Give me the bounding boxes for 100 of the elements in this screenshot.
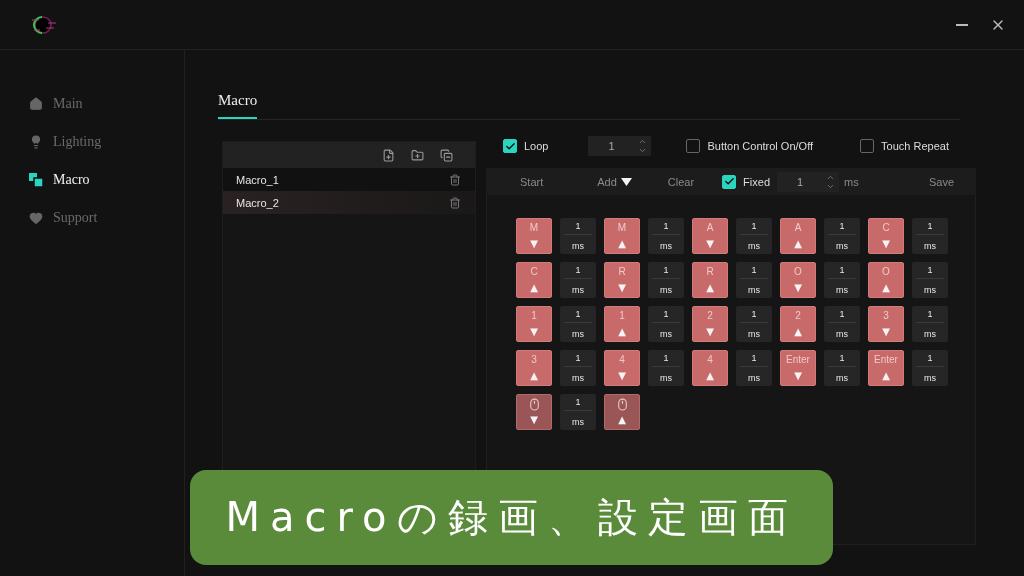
macro-list-item[interactable]: Macro_2 [223,191,475,214]
arrow-glyph: ▲ [706,371,714,381]
arrow-glyph: ▼ [530,327,538,337]
key-event[interactable]: C ▼ [868,218,904,254]
tab[interactable]: Macro [218,90,258,119]
key-event[interactable]: 1 ▼ [516,306,552,342]
button-control-checkbox[interactable] [686,139,701,153]
minimize-button[interactable] [956,23,968,26]
start-button[interactable]: Start [520,175,544,188]
delay-field[interactable]: 1 ms [824,350,860,386]
arrow-glyph: ▼ [618,283,626,293]
fixed-delay-field[interactable]: 1 [777,171,839,192]
mouse-icon [527,398,541,411]
arrow-glyph: ▼ [794,371,802,381]
arrow-glyph: ▼ [882,239,890,249]
minimize-icon [956,23,968,26]
delay-field[interactable]: 1 ms [648,218,684,254]
delay-field[interactable]: 1 ms [736,262,772,298]
key-event[interactable]: R ▲ [692,262,728,298]
mouse-event[interactable]: ▼ [516,394,552,430]
lightbulb-icon [29,135,43,149]
key-event[interactable]: Enter ▲ [868,350,904,386]
arrow-glyph: ▼ [706,239,714,249]
arrow-glyph: ▲ [794,327,802,337]
sidebar-item[interactable]: Main [0,94,184,114]
delay-field[interactable]: 1 ms [560,350,596,386]
delay-field[interactable]: 1 ms [648,306,684,342]
key-event[interactable]: 1 ▲ [604,306,640,342]
delay-field[interactable]: 1 ms [736,306,772,342]
arrow-glyph: ▼ [882,327,890,337]
button-control-label: Button Control On/Off [707,140,814,152]
house-icon [29,97,43,111]
delay-field[interactable]: 1 ms [560,218,596,254]
key-event[interactable]: A ▲ [780,218,816,254]
trash-icon[interactable] [449,196,461,209]
sidebar-item[interactable]: Macro [0,170,184,190]
copy-icon[interactable] [440,148,453,162]
key-event[interactable]: A ▼ [692,218,728,254]
clear-button[interactable]: Clear [667,175,695,188]
save-button[interactable]: Save [928,175,954,188]
macro-name: Macro_2 [236,196,279,209]
caret-icon [620,177,632,186]
key-event[interactable]: Enter ▼ [780,350,816,386]
key-event[interactable]: 3 ▼ [868,306,904,342]
logo-icon [30,14,58,35]
new-file-icon[interactable] [382,148,395,162]
key-event[interactable]: R ▼ [604,262,640,298]
delay-field[interactable]: 1 ms [912,306,948,342]
key-event[interactable]: O ▲ [868,262,904,298]
key-event[interactable]: 2 ▲ [780,306,816,342]
arrow-glyph: ▲ [618,327,626,337]
arrow-glyph: ▼ [706,327,714,337]
arrow-glyph: ▲ [794,239,802,249]
delay-field[interactable]: 1 ms [648,262,684,298]
folder-plus-icon[interactable] [411,148,424,162]
loop-checkbox[interactable] [503,139,517,153]
heart-icon [29,211,43,225]
key-event[interactable]: 4 ▲ [692,350,728,386]
key-event[interactable]: 3 ▲ [516,350,552,386]
trash-icon[interactable] [449,173,461,186]
mouse-icon [615,398,629,411]
fixed-checkbox[interactable] [722,174,737,189]
loop-count-field[interactable]: 1 [588,136,652,156]
arrow-glyph: ▲ [530,371,538,381]
key-event[interactable]: M ▼ [516,218,552,254]
arrow-glyph: ▲ [882,283,890,293]
macro-name: Macro_1 [236,173,279,186]
arrow-glyph: ▲ [706,283,714,293]
arrow-glyph: ▲ [882,371,890,381]
delay-field[interactable]: 1 ms [560,262,596,298]
touch-repeat-label: Touch Repeat [881,140,949,152]
sidebar-item[interactable]: Lighting [0,132,184,152]
arrow-glyph: ▲ [530,283,538,293]
key-event[interactable]: 4 ▼ [604,350,640,386]
delay-field[interactable]: 1 ms [912,262,948,298]
key-event[interactable]: C ▲ [516,262,552,298]
delay-field[interactable]: 1 ms [560,394,596,430]
touch-repeat-checkbox[interactable] [860,139,875,153]
delay-field[interactable]: 1 ms [736,350,772,386]
unit-label: ms [844,175,859,188]
key-event[interactable]: O ▼ [780,262,816,298]
loop-label: Loop [524,140,549,152]
delay-field[interactable]: 1 ms [912,350,948,386]
delay-field[interactable]: 1 ms [824,306,860,342]
delay-field[interactable]: 1 ms [824,218,860,254]
delay-field[interactable]: 1 ms [912,218,948,254]
delay-field[interactable]: 1 ms [560,306,596,342]
arrow-glyph: ▼ [530,239,538,249]
delay-field[interactable]: 1 ms [648,350,684,386]
key-event[interactable]: M ▲ [604,218,640,254]
mouse-event[interactable]: ▲ [604,394,640,430]
arrow-glyph: ▲ [618,239,626,249]
macro-list-item[interactable]: Macro_1 [223,168,475,191]
delay-field[interactable]: 1 ms [824,262,860,298]
key-event[interactable]: 2 ▼ [692,306,728,342]
fixed-label: Fixed [743,175,770,188]
arrow-glyph: ▲ [618,415,626,425]
delay-field[interactable]: 1 ms [736,218,772,254]
sidebar-item[interactable]: Support [0,208,184,228]
add-button[interactable]: Add [597,175,632,188]
